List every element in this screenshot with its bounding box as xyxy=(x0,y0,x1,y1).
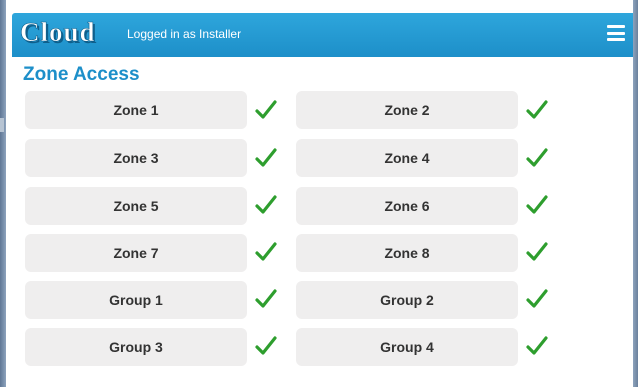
window-frame-left xyxy=(0,0,6,387)
group-4-checkmark-icon[interactable] xyxy=(526,335,548,357)
group-4-button[interactable]: Group 4 xyxy=(296,328,518,366)
zone-4-checkmark-icon[interactable] xyxy=(526,147,548,169)
group-1-button[interactable]: Group 1 xyxy=(25,281,247,319)
window-frame-right xyxy=(633,0,638,387)
zone-6-checkmark-icon[interactable] xyxy=(526,194,548,216)
group-2-checkmark-icon[interactable] xyxy=(526,288,548,310)
zone-8-button[interactable]: Zone 8 xyxy=(296,234,518,272)
zone-7-button[interactable]: Zone 7 xyxy=(25,234,247,272)
app-header: Cloud Logged in as Installer xyxy=(12,13,633,57)
zone-5-checkmark-icon[interactable] xyxy=(255,194,277,216)
zone-1-button[interactable]: Zone 1 xyxy=(25,91,247,129)
login-status-text: Logged in as Installer xyxy=(127,27,242,41)
zone-2-button[interactable]: Zone 2 xyxy=(296,91,518,129)
window-frame-stub xyxy=(0,118,4,132)
zone-1-checkmark-icon[interactable] xyxy=(255,99,277,121)
group-3-checkmark-icon[interactable] xyxy=(255,335,277,357)
group-1-checkmark-icon[interactable] xyxy=(255,288,277,310)
hamburger-menu-icon[interactable] xyxy=(607,25,625,41)
zone-4-button[interactable]: Zone 4 xyxy=(296,139,518,177)
group-3-button[interactable]: Group 3 xyxy=(25,328,247,366)
zone-3-checkmark-icon[interactable] xyxy=(255,147,277,169)
zone-2-checkmark-icon[interactable] xyxy=(526,99,548,121)
zone-5-button[interactable]: Zone 5 xyxy=(25,187,247,225)
zone-6-button[interactable]: Zone 6 xyxy=(296,187,518,225)
page-title: Zone Access xyxy=(23,64,140,85)
zone-3-button[interactable]: Zone 3 xyxy=(25,139,247,177)
zone-8-checkmark-icon[interactable] xyxy=(526,241,548,263)
group-2-button[interactable]: Group 2 xyxy=(296,281,518,319)
cloud-logo: Cloud xyxy=(20,17,96,48)
zone-7-checkmark-icon[interactable] xyxy=(255,241,277,263)
